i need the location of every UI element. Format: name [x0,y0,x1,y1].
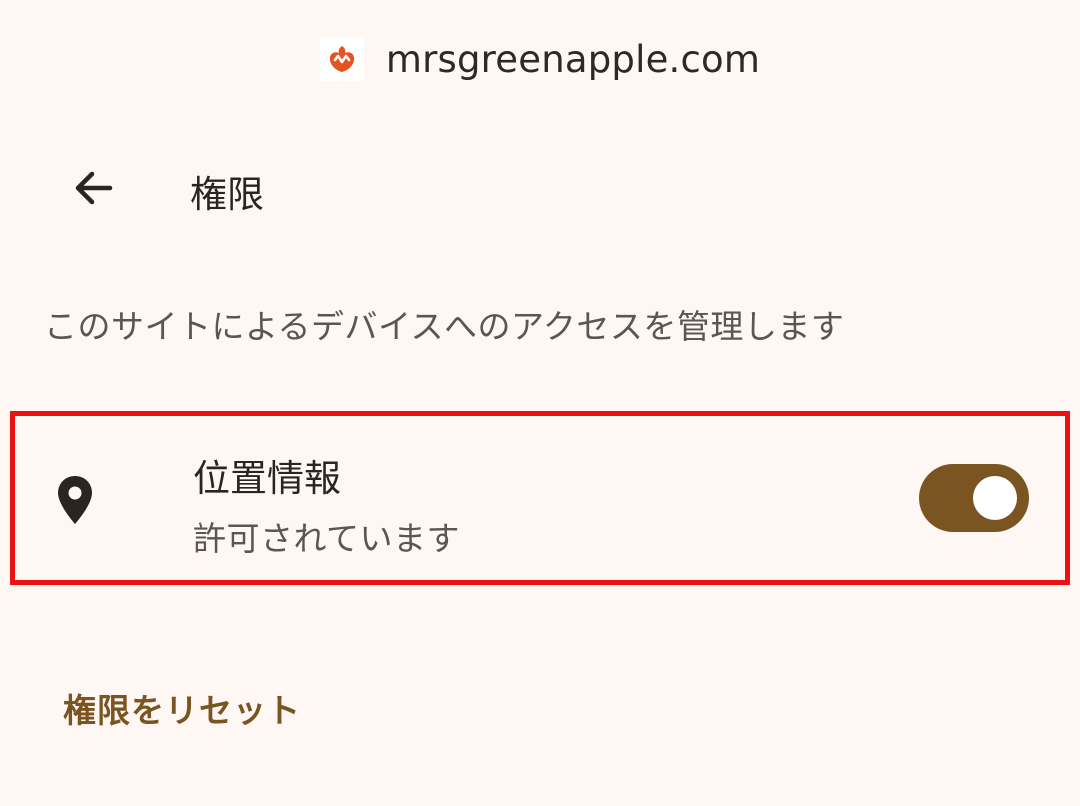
permission-row-location[interactable]: 位置情報 許可されています [10,411,1070,585]
reset-permissions-button[interactable]: 権限をリセット [63,684,301,732]
toggle-thumb [973,476,1017,520]
back-button[interactable] [62,162,126,214]
site-header: mrsgreenapple.com [0,28,1080,90]
permission-status: 許可されています [193,519,461,558]
location-toggle-switch[interactable] [919,464,1029,532]
mrs-green-apple-logo-icon [319,37,364,81]
page-title: 権限 [190,173,264,216]
site-domain: mrsgreenapple.com [385,37,761,81]
page-description: このサイトによるデバイスへのアクセスを管理します [44,307,845,346]
location-pin-icon [58,476,92,524]
arrow-left-icon [75,171,113,205]
permission-title: 位置情報 [193,457,341,500]
app-bar: 権限 [0,150,1080,226]
